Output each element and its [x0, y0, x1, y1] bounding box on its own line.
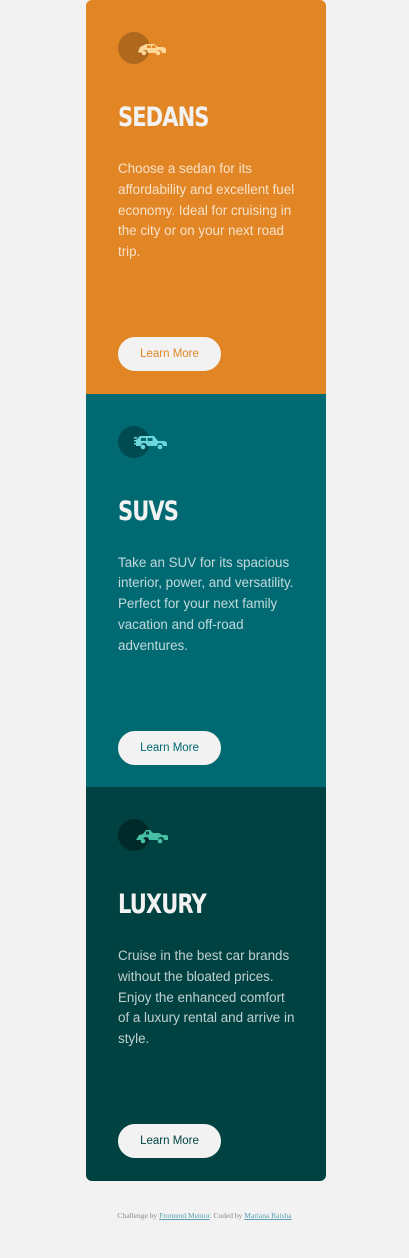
- attribution-footer: Challenge by Frontend Mentor. Coded by M…: [0, 1211, 409, 1220]
- luxury-car-icon: [118, 819, 168, 851]
- card-title: SEDANS: [118, 102, 209, 133]
- card-sedans: SEDANS Choose a sedan for its affordabil…: [86, 0, 326, 394]
- coded-prefix: . Coded by: [209, 1211, 243, 1220]
- sedan-car-icon: [118, 32, 166, 64]
- challenge-prefix: Challenge by: [117, 1211, 158, 1220]
- learn-more-button[interactable]: Learn More: [118, 1124, 221, 1158]
- card-description: Take an SUV for its spacious interior, p…: [118, 554, 294, 653]
- card-title: SUVS: [118, 495, 179, 527]
- learn-more-button[interactable]: Learn More: [118, 730, 221, 765]
- frontend-mentor-link[interactable]: Frontend Mentor: [159, 1211, 210, 1220]
- card-suvs: SUVS Take an SUV for its spacious interi…: [86, 393, 326, 787]
- card-description: Cruise in the best car brands without th…: [118, 948, 295, 1047]
- card-luxury: LUXURY Cruise in the best car brands wit…: [86, 787, 326, 1181]
- card-description: Choose a sedan for its affordability and…: [118, 161, 295, 260]
- suv-car-icon: [118, 425, 167, 458]
- learn-more-button[interactable]: Learn More: [118, 337, 221, 371]
- author-link[interactable]: Mariana Raisha: [244, 1211, 291, 1220]
- card-group: SEDANS Choose a sedan for its affordabil…: [86, 0, 326, 1181]
- card-title: LUXURY: [118, 889, 207, 920]
